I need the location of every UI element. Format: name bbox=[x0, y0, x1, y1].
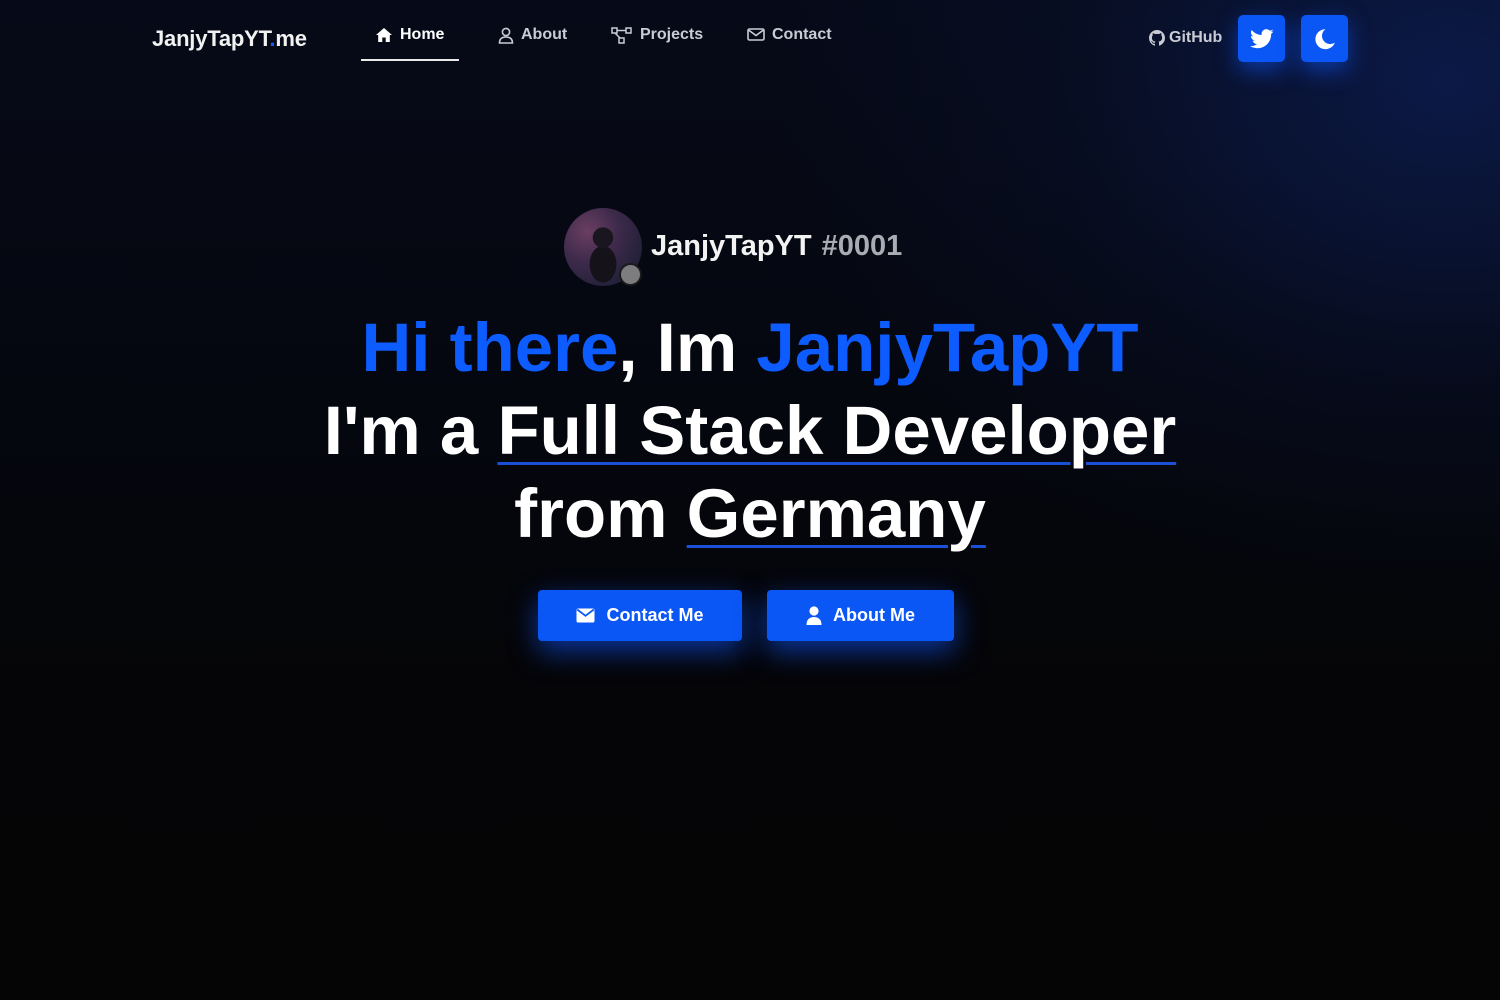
nav-contact-label: Contact bbox=[772, 26, 832, 43]
hero-greeting: Hi there bbox=[361, 309, 619, 386]
theme-toggle-button[interactable] bbox=[1301, 15, 1348, 62]
hero-country: Germany bbox=[686, 475, 986, 552]
brand-suffix: me bbox=[275, 26, 307, 51]
about-me-label: About Me bbox=[833, 605, 915, 625]
user-icon bbox=[498, 27, 514, 44]
hero-origin-prefix: from bbox=[514, 475, 687, 552]
nav-home-label: Home bbox=[400, 26, 445, 43]
contact-me-label: Contact Me bbox=[606, 605, 704, 625]
avatar bbox=[564, 208, 642, 286]
navbar: JanjyTapYT.me Home About Projects Contac… bbox=[0, 0, 1500, 80]
user-icon bbox=[806, 606, 822, 625]
nav-home-link[interactable]: Home bbox=[360, 26, 461, 61]
profile-discriminator: #0001 bbox=[821, 230, 903, 262]
site-brand[interactable]: JanjyTapYT.me bbox=[152, 26, 307, 52]
hero-name: JanjyTapYT bbox=[756, 309, 1139, 386]
profile-badge: JanjyTapYT #0001 bbox=[564, 208, 902, 286]
hero-heading: Hi there, Im JanjyTapYT I'm a Full Stack… bbox=[0, 306, 1500, 555]
hero-intro: , Im bbox=[618, 309, 757, 386]
hero-line-1: Hi there, Im JanjyTapYT bbox=[0, 306, 1500, 389]
nav-projects-label: Projects bbox=[640, 26, 704, 43]
home-icon bbox=[376, 28, 392, 42]
status-indicator bbox=[619, 263, 642, 286]
hero-role-prefix: I'm a bbox=[323, 392, 498, 469]
github-link[interactable]: GitHub bbox=[1149, 29, 1222, 47]
hero-line-2: I'm a Full Stack Developer bbox=[0, 389, 1500, 472]
nav-contact-link[interactable]: Contact bbox=[747, 26, 832, 60]
nodes-icon bbox=[611, 27, 632, 44]
envelope-icon bbox=[576, 608, 595, 623]
nav-about-link[interactable]: About bbox=[498, 26, 567, 60]
moon-icon bbox=[1314, 28, 1335, 49]
twitter-button[interactable] bbox=[1238, 15, 1285, 62]
github-label: GitHub bbox=[1169, 29, 1223, 46]
nav-projects-link[interactable]: Projects bbox=[611, 26, 703, 60]
twitter-icon bbox=[1249, 28, 1274, 48]
hero-line-3: from Germany bbox=[0, 472, 1500, 555]
about-me-button[interactable]: About Me bbox=[767, 590, 954, 641]
nav-about-label: About bbox=[521, 26, 568, 43]
contact-me-button[interactable]: Contact Me bbox=[538, 590, 742, 641]
hero-role: Full Stack Developer bbox=[497, 392, 1177, 469]
envelope-icon bbox=[747, 28, 765, 41]
profile-username: JanjyTapYT bbox=[651, 230, 812, 262]
brand-name: JanjyTapYT bbox=[152, 26, 270, 51]
github-icon bbox=[1149, 30, 1165, 46]
